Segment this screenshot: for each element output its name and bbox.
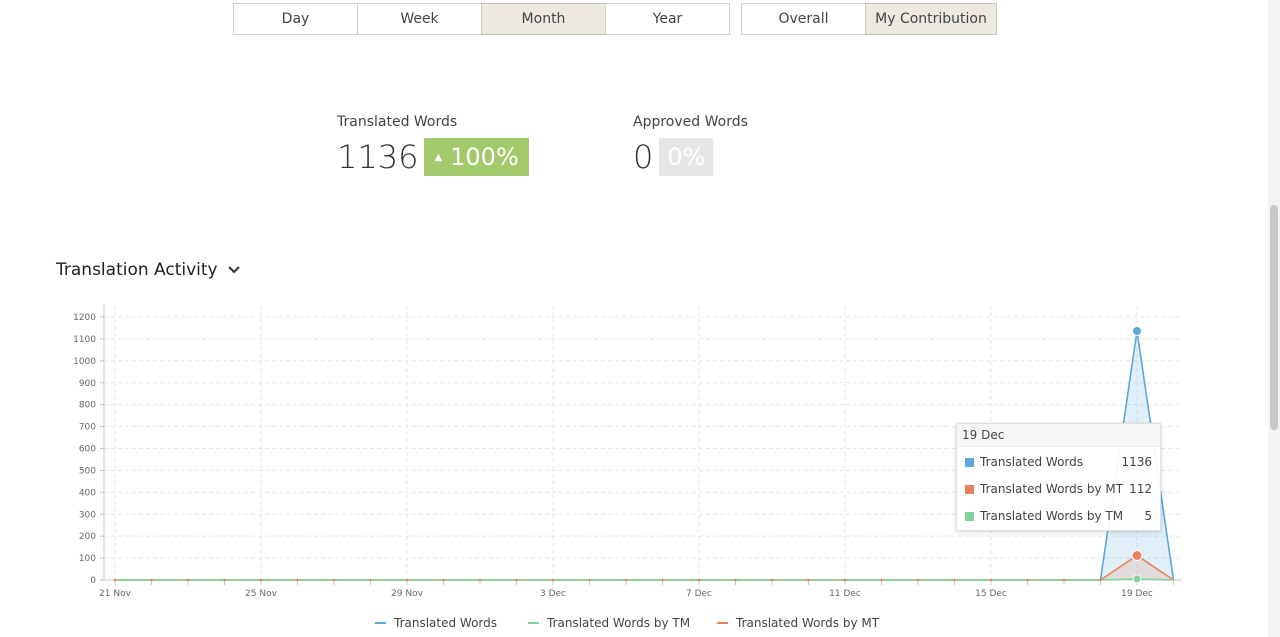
data-point-highlight bbox=[1131, 549, 1143, 561]
series-area bbox=[115, 555, 1174, 580]
data-point bbox=[113, 578, 117, 582]
data-point bbox=[369, 578, 372, 582]
x-tick-label: 7 Dec bbox=[686, 589, 712, 599]
y-tick-label: 900 bbox=[79, 379, 96, 389]
translation-activity-chart: 0 100 200 300 400 500 600 700 800 900 1000 1100 1200… bbox=[73, 305, 1182, 599]
y-tick-label: 1100 bbox=[73, 335, 96, 345]
legend-item-translated-words[interactable]: Translated Words bbox=[375, 616, 497, 630]
x-tick-label: 21 Nov bbox=[99, 589, 132, 599]
legend-item-translated-words-by-mt[interactable]: Translated Words by MT bbox=[717, 616, 879, 630]
tooltip-item-name: Translated Words by TM bbox=[980, 509, 1124, 523]
data-point bbox=[843, 578, 847, 582]
data-point bbox=[1062, 578, 1066, 582]
x-tick-label: 3 Dec bbox=[540, 589, 566, 599]
series-line bbox=[115, 554, 1174, 581]
data-point bbox=[332, 578, 336, 582]
y-tick-label: 0 bbox=[90, 576, 96, 586]
y-tick-label: 200 bbox=[79, 532, 96, 542]
x-tick-label: 19 Dec bbox=[1121, 589, 1153, 599]
data-point bbox=[697, 578, 701, 582]
tooltip-swatch bbox=[965, 484, 974, 494]
tooltip-item: Translated Words 1136 bbox=[965, 454, 1152, 470]
x-tick-label: 15 Dec bbox=[975, 589, 1007, 599]
data-point bbox=[916, 578, 920, 582]
y-tick-label: 1200 bbox=[73, 313, 96, 323]
y-tick-label: 1000 bbox=[73, 357, 96, 367]
y-tick-label: 800 bbox=[79, 401, 96, 411]
data-point bbox=[405, 578, 409, 582]
tooltip-date: 19 Dec bbox=[957, 424, 1160, 447]
data-point-highlight bbox=[1132, 326, 1142, 337]
data-point bbox=[478, 578, 482, 582]
legend-label: Translated Words bbox=[394, 616, 498, 630]
data-point bbox=[223, 578, 226, 582]
data-point bbox=[624, 578, 628, 582]
tooltip-item: Translated Words by MT 112 bbox=[965, 481, 1152, 497]
data-point bbox=[880, 578, 883, 582]
chart-tooltip: 19 Dec Translated Words 1136 Translated … bbox=[956, 423, 1161, 531]
data-point bbox=[770, 578, 774, 582]
x-tick-label: 29 Nov bbox=[391, 589, 424, 599]
tooltip-item-name: Translated Words bbox=[980, 455, 1084, 469]
x-tick-label: 11 Dec bbox=[829, 589, 861, 599]
y-tick-label: 100 bbox=[79, 554, 96, 564]
y-tick-label: 300 bbox=[79, 510, 96, 520]
data-point bbox=[515, 578, 518, 582]
data-point bbox=[551, 578, 555, 582]
tooltip-swatch bbox=[965, 511, 974, 521]
data-point bbox=[150, 578, 153, 582]
tooltip-swatch bbox=[965, 457, 974, 467]
scrollbar-thumb[interactable] bbox=[1270, 205, 1278, 430]
y-tick-label: 500 bbox=[79, 466, 96, 476]
legend-label: Translated Words by MT bbox=[736, 616, 880, 630]
series-line bbox=[115, 578, 1174, 581]
x-tick-label: 25 Nov bbox=[245, 589, 278, 599]
page-scrollbar[interactable] bbox=[1268, 0, 1280, 637]
legend-label: Translated Words by TM bbox=[547, 616, 691, 630]
data-point bbox=[186, 578, 190, 582]
tooltip-item-value: 112 bbox=[1129, 482, 1152, 496]
data-point bbox=[1026, 578, 1029, 582]
tooltip-item: Translated Words by TM 5 bbox=[965, 508, 1152, 524]
legend-line-icon bbox=[528, 622, 539, 624]
tooltip-item-name: Translated Words by MT bbox=[980, 482, 1124, 496]
data-point bbox=[953, 578, 956, 582]
data-point bbox=[259, 578, 263, 582]
data-point bbox=[296, 578, 299, 582]
y-tick-label: 700 bbox=[79, 423, 96, 433]
legend-line-icon bbox=[375, 622, 386, 624]
legend-line-icon bbox=[717, 622, 728, 624]
tooltip-item-value: 5 bbox=[1144, 509, 1152, 523]
data-point bbox=[588, 578, 591, 582]
data-point bbox=[661, 578, 664, 582]
data-point bbox=[1099, 578, 1102, 582]
data-point bbox=[442, 578, 445, 582]
data-point bbox=[807, 578, 810, 582]
legend-item-translated-words-by-tm[interactable]: Translated Words by TM bbox=[528, 616, 690, 630]
y-tick-label: 400 bbox=[79, 488, 96, 498]
data-point-highlight bbox=[1132, 574, 1142, 584]
y-tick-label: 600 bbox=[79, 445, 96, 455]
tooltip-item-value: 1136 bbox=[1121, 455, 1152, 469]
data-point bbox=[989, 578, 993, 582]
data-point bbox=[734, 578, 737, 582]
